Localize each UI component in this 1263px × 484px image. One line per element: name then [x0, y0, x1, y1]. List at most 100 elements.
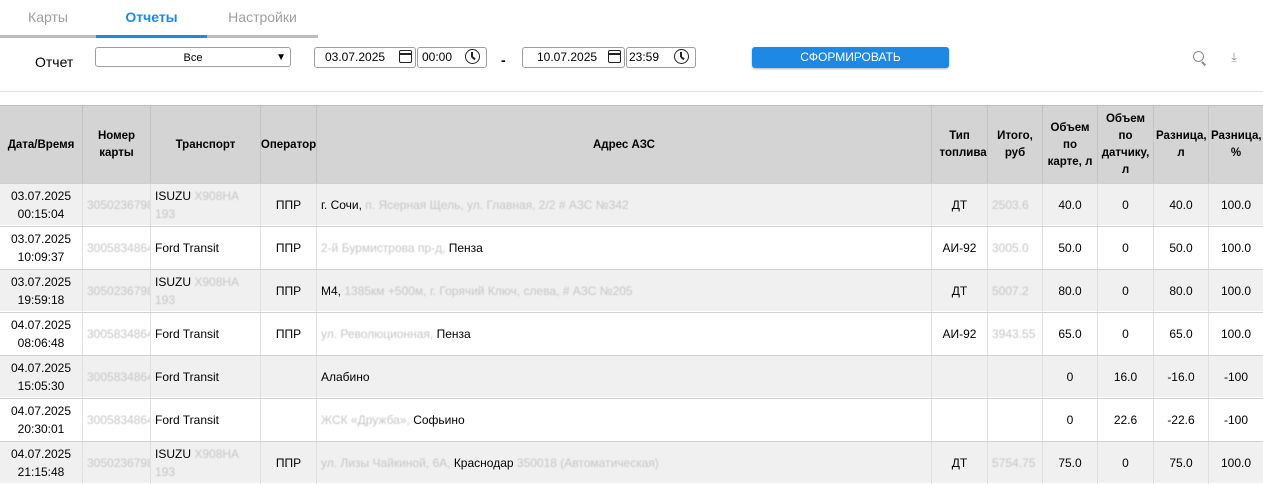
cell-total: 5007.2: [987, 270, 1042, 312]
cell-card: 3005834864: [82, 313, 150, 355]
cell-transport: Ford Transit: [150, 356, 260, 398]
cell-transport: Ford Transit: [150, 399, 260, 441]
table-row[interactable]: 04.07.2025 08:06:48 3005834864 Ford Transit…: [0, 312, 1263, 355]
report-select[interactable]: Все ▼: [95, 47, 291, 67]
cell-diff-pct: 100.0: [1208, 442, 1263, 484]
cell-operator: [260, 399, 316, 441]
date-range-separator: -: [501, 52, 506, 68]
cell-total: 3005.0: [987, 227, 1042, 269]
cell-transport: Ford Transit: [150, 313, 260, 355]
cell-volume-card: 80.0: [1042, 270, 1097, 312]
col-address[interactable]: Адрес АЗС: [316, 106, 931, 184]
download-icon[interactable]: ⤓: [1228, 51, 1240, 63]
clock-icon[interactable]: [465, 49, 480, 64]
cell-fuel: ДТ: [931, 442, 987, 484]
cell-diff-pct: 100.0: [1208, 184, 1263, 226]
table-row[interactable]: 03.07.2025 00:15:04 3050236798 ISUZU Х908НА…: [0, 183, 1263, 226]
col-datetime[interactable]: Дата/Время: [0, 106, 82, 184]
col-diff[interactable]: Разница, л: [1153, 106, 1208, 184]
cell-address: ул. Лизы Чайкиной, 6А, Краснодар 350018 …: [316, 442, 931, 484]
cell-volume-sensor: 22.6: [1097, 399, 1153, 441]
cell-diff-pct: 100.0: [1208, 270, 1263, 312]
col-volume-sensor[interactable]: Объем по датчику, л: [1097, 106, 1153, 184]
time-from-field[interactable]: 00:00: [417, 47, 487, 68]
table-row[interactable]: 04.07.2025 21:15:48 3050236798 ISUZU Х908НА…: [0, 441, 1263, 484]
cell-operator: ППР: [260, 313, 316, 355]
cell-datetime: 03.07.2025 10:09:37: [10, 232, 72, 264]
cell-address: М4, 1385км +500м, г. Горячий Ключ, слева…: [316, 270, 931, 312]
cell-diff: -16.0: [1153, 356, 1208, 398]
cell-diff: 65.0: [1153, 313, 1208, 355]
tab-reports[interactable]: Отчеты: [96, 0, 207, 35]
cell-fuel: [931, 399, 987, 441]
report-label: Отчет: [35, 54, 74, 70]
cell-diff-pct: 100.0: [1208, 313, 1263, 355]
cell-transport: ISUZU Х908НА 193: [150, 442, 260, 484]
col-fuel-type[interactable]: Тип топлива: [931, 106, 987, 184]
tab-active-indicator: [96, 35, 207, 38]
table-row[interactable]: 04.07.2025 15:05:30 3005834864 Ford Transit…: [0, 355, 1263, 398]
cell-diff-pct: -100: [1208, 356, 1263, 398]
search-icon[interactable]: [1193, 51, 1204, 62]
cell-volume-card: 65.0: [1042, 313, 1097, 355]
cell-diff: -22.6: [1153, 399, 1208, 441]
cell-address: ул. Революционная, Пенза: [316, 313, 931, 355]
cell-datetime: 03.07.2025 19:59:18: [10, 275, 72, 307]
cell-card: 3050236798: [82, 184, 150, 226]
col-total[interactable]: Итого, руб: [987, 106, 1042, 184]
col-volume-card[interactable]: Объем по карте, л: [1042, 106, 1097, 184]
cell-volume-card: 50.0: [1042, 227, 1097, 269]
cell-volume-card: 75.0: [1042, 442, 1097, 484]
cell-card: 3005834864: [82, 227, 150, 269]
time-from-value: 00:00: [422, 50, 453, 64]
cell-transport: ISUZU Х908НА 193: [150, 184, 260, 226]
table-row[interactable]: 03.07.2025 19:59:18 3050236798 ISUZU Х908НА…: [0, 269, 1263, 312]
cell-diff: 40.0: [1153, 184, 1208, 226]
time-to-field[interactable]: 23:59: [626, 47, 696, 68]
col-operator[interactable]: Оператор: [260, 106, 316, 184]
cell-total: 3943.55: [987, 313, 1042, 355]
clock-icon[interactable]: [674, 49, 689, 64]
cell-fuel: АИ-92: [931, 227, 987, 269]
date-from-field[interactable]: 03.07.2025: [314, 47, 416, 68]
cell-volume-sensor: 16.0: [1097, 356, 1153, 398]
cell-fuel: ДТ: [931, 270, 987, 312]
cell-datetime: 04.07.2025 21:15:48: [10, 447, 72, 479]
table-header: Дата/Время Номер карты Транспорт Операто…: [0, 105, 1263, 184]
cell-operator: ППР: [260, 270, 316, 312]
chevron-down-icon: ▼: [276, 52, 286, 63]
cell-volume-sensor: 0: [1097, 313, 1153, 355]
cell-transport: ISUZU Х908НА 193: [150, 270, 260, 312]
generate-button[interactable]: СФОРМИРОВАТЬ: [752, 47, 949, 68]
cell-address: 2-й Бурмистрова пр-д, Пенза: [316, 227, 931, 269]
cell-volume-sensor: 0: [1097, 270, 1153, 312]
cell-card: 3050236798: [82, 442, 150, 484]
tab-cards[interactable]: Карты: [0, 0, 96, 35]
cell-volume-card: 0: [1042, 356, 1097, 398]
cell-card: 3005834864: [82, 356, 150, 398]
cell-volume-sensor: 0: [1097, 442, 1153, 484]
col-diff-pct[interactable]: Разница, %: [1208, 106, 1263, 184]
report-tabs: Карты Отчеты Настройки: [0, 0, 1263, 38]
calendar-icon[interactable]: [608, 50, 621, 63]
cell-diff-pct: 100.0: [1208, 227, 1263, 269]
table-row[interactable]: 04.07.2025 20:30:01 3005834864 Ford Transit…: [0, 398, 1263, 441]
date-to-field[interactable]: 10.07.2025: [522, 47, 625, 68]
cell-total: [987, 399, 1042, 441]
calendar-icon[interactable]: [399, 50, 412, 63]
cell-fuel: ДТ: [931, 184, 987, 226]
cell-diff-pct: -100: [1208, 399, 1263, 441]
cell-diff: 75.0: [1153, 442, 1208, 484]
cell-volume-card: 0: [1042, 399, 1097, 441]
cell-datetime: 04.07.2025 08:06:48: [10, 318, 72, 350]
col-card-number[interactable]: Номер карты: [82, 106, 150, 184]
col-transport[interactable]: Транспорт: [150, 106, 260, 184]
cell-transport: Ford Transit: [150, 227, 260, 269]
cell-datetime: 03.07.2025 00:15:04: [10, 189, 72, 221]
cell-operator: ППР: [260, 442, 316, 484]
cell-volume-sensor: 0: [1097, 184, 1153, 226]
cell-diff: 50.0: [1153, 227, 1208, 269]
tab-settings[interactable]: Настройки: [207, 0, 318, 35]
table-row[interactable]: 03.07.2025 10:09:37 3005834864 Ford Transit…: [0, 226, 1263, 269]
cell-operator: ППР: [260, 184, 316, 226]
